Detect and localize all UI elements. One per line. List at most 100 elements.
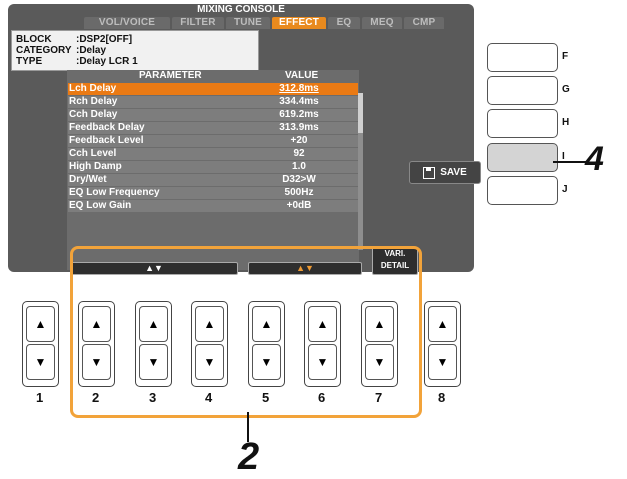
param-name: Dry/Wet <box>69 174 107 185</box>
table-row[interactable]: Cch Delay 619.2ms <box>68 109 358 121</box>
param-name: Rch Delay <box>69 96 118 107</box>
param-value: 619.2ms <box>279 109 319 120</box>
parameter-table: PARAMETER VALUE Lch Delay 312.8ms Rch De… <box>67 70 359 270</box>
knob-4-up-button[interactable]: ▲ <box>195 306 224 342</box>
info-category-value: :Delay <box>76 45 107 56</box>
tab-eq[interactable]: EQ <box>328 17 360 29</box>
arrow-up-icon: ▲ <box>34 317 47 331</box>
knob-5: ▲ ▼ <box>248 301 285 387</box>
save-button[interactable]: SAVE <box>409 161 481 184</box>
knob-7: ▲ ▼ <box>361 301 398 387</box>
tab-vol-voice[interactable]: VOL/VOICE <box>84 17 170 29</box>
param-name: Feedback Delay <box>69 122 145 133</box>
param-value: +20 <box>290 135 308 146</box>
knob-1: ▲ ▼ <box>22 301 59 387</box>
screen-title: MIXING CONSOLE <box>197 4 285 15</box>
knob-label-2: 2 <box>92 390 100 405</box>
side-label-g: G <box>562 84 570 95</box>
param-value: 1.0 <box>292 161 306 172</box>
knob-1-down-button[interactable]: ▼ <box>26 344 55 380</box>
table-row[interactable]: Feedback Delay 313.9ms <box>68 122 358 134</box>
side-label-h: H <box>562 117 570 128</box>
param-value: 312.8ms <box>279 83 319 94</box>
param-value: 92 <box>293 148 305 159</box>
info-block-value: :DSP2[OFF] <box>76 34 133 45</box>
knob-7-up-button[interactable]: ▲ <box>365 306 394 342</box>
knob-6: ▲ ▼ <box>304 301 341 387</box>
knob-label-3: 3 <box>149 390 157 405</box>
arrow-up-icon: ▲ <box>316 317 329 331</box>
param-name: Cch Level <box>69 148 117 159</box>
param-name: Lch Delay <box>69 83 117 94</box>
knob-label-6: 6 <box>318 390 326 405</box>
tab-effect[interactable]: EFFECT <box>272 17 326 29</box>
table-row[interactable]: High Damp 1.0 <box>68 161 358 173</box>
arrow-down-icon: ▼ <box>436 355 449 369</box>
callout-step-2: 2 <box>238 436 260 478</box>
info-category-key: CATEGORY <box>16 45 72 56</box>
save-label: SAVE <box>440 167 467 178</box>
tab-meq[interactable]: MEQ <box>362 17 402 29</box>
arrow-up-icon: ▲ <box>373 317 386 331</box>
knob-2-up-button[interactable]: ▲ <box>82 306 111 342</box>
arrow-down-icon: ▼ <box>373 355 386 369</box>
knob-label-1: 1 <box>36 390 44 405</box>
knob-6-down-button[interactable]: ▼ <box>308 344 337 380</box>
arrow-down-icon: ▼ <box>34 355 47 369</box>
knob-4-down-button[interactable]: ▼ <box>195 344 224 380</box>
table-row[interactable]: Feedback Level +20 <box>68 135 358 147</box>
table-row[interactable]: Lch Delay 312.8ms <box>68 83 358 95</box>
knob-6-up-button[interactable]: ▲ <box>308 306 337 342</box>
knob-5-down-button[interactable]: ▼ <box>252 344 281 380</box>
callout-step-4: 4 <box>585 140 604 178</box>
knob-label-7: 7 <box>375 390 383 405</box>
knob-2-down-button[interactable]: ▼ <box>82 344 111 380</box>
scrollbar-thumb[interactable] <box>358 93 363 133</box>
knob-5-up-button[interactable]: ▲ <box>252 306 281 342</box>
side-button-h[interactable] <box>487 109 558 138</box>
side-button-f[interactable] <box>487 43 558 72</box>
tab-bar: VOL/VOICE FILTER TUNE EFFECT EQ MEQ CMP <box>84 17 474 29</box>
tab-tune[interactable]: TUNE <box>226 17 270 29</box>
info-category: CATEGORY :Delay <box>16 45 106 56</box>
arrow-up-icon: ▲ <box>203 317 216 331</box>
param-value: D32>W <box>282 174 316 185</box>
knob-8-up-button[interactable]: ▲ <box>428 306 457 342</box>
knob-1-up-button[interactable]: ▲ <box>26 306 55 342</box>
floppy-disk-icon <box>423 166 436 179</box>
knob-label-5: 5 <box>262 390 270 405</box>
table-row[interactable]: Cch Level 92 <box>68 148 358 160</box>
tab-filter[interactable]: FILTER <box>172 17 224 29</box>
knob-7-down-button[interactable]: ▼ <box>365 344 394 380</box>
arrow-up-icon: ▲ <box>147 317 160 331</box>
table-row[interactable]: Rch Delay 334.4ms <box>68 96 358 108</box>
table-row[interactable]: EQ Low Frequency 500Hz <box>68 187 358 199</box>
arrow-up-icon: ▲ <box>436 317 449 331</box>
arrow-down-icon: ▼ <box>260 355 273 369</box>
param-name: High Damp <box>69 161 122 172</box>
arrow-up-icon: ▲ <box>90 317 103 331</box>
param-value: 500Hz <box>284 187 314 198</box>
knob-3-down-button[interactable]: ▼ <box>139 344 168 380</box>
arrow-down-icon: ▼ <box>90 355 103 369</box>
knob-8-down-button[interactable]: ▼ <box>428 344 457 380</box>
knob-3-up-button[interactable]: ▲ <box>139 306 168 342</box>
info-type-value: :Delay LCR 1 <box>76 56 138 67</box>
table-row[interactable]: EQ Low Gain +0dB <box>68 200 358 212</box>
side-button-g[interactable] <box>487 76 558 105</box>
knob-label-8: 8 <box>438 390 446 405</box>
lcd-screen: MIXING CONSOLE VOL/VOICE FILTER TUNE EFF… <box>8 4 481 275</box>
tab-cmp[interactable]: CMP <box>404 17 444 29</box>
effect-info-box: BLOCK :DSP2[OFF] CATEGORY :Delay TYPE :D… <box>11 30 259 71</box>
side-label-j: J <box>562 184 568 195</box>
knob-2: ▲ ▼ <box>78 301 115 387</box>
knob-4: ▲ ▼ <box>191 301 228 387</box>
side-button-j[interactable] <box>487 176 558 205</box>
info-block: BLOCK :DSP2[OFF] <box>16 34 132 45</box>
side-button-i[interactable] <box>487 143 558 172</box>
table-row[interactable]: Dry/Wet D32>W <box>68 174 358 186</box>
arrow-down-icon: ▼ <box>147 355 160 369</box>
info-type: TYPE :Delay LCR 1 <box>16 56 138 67</box>
arrow-down-icon: ▼ <box>316 355 329 369</box>
knob-label-4: 4 <box>205 390 213 405</box>
